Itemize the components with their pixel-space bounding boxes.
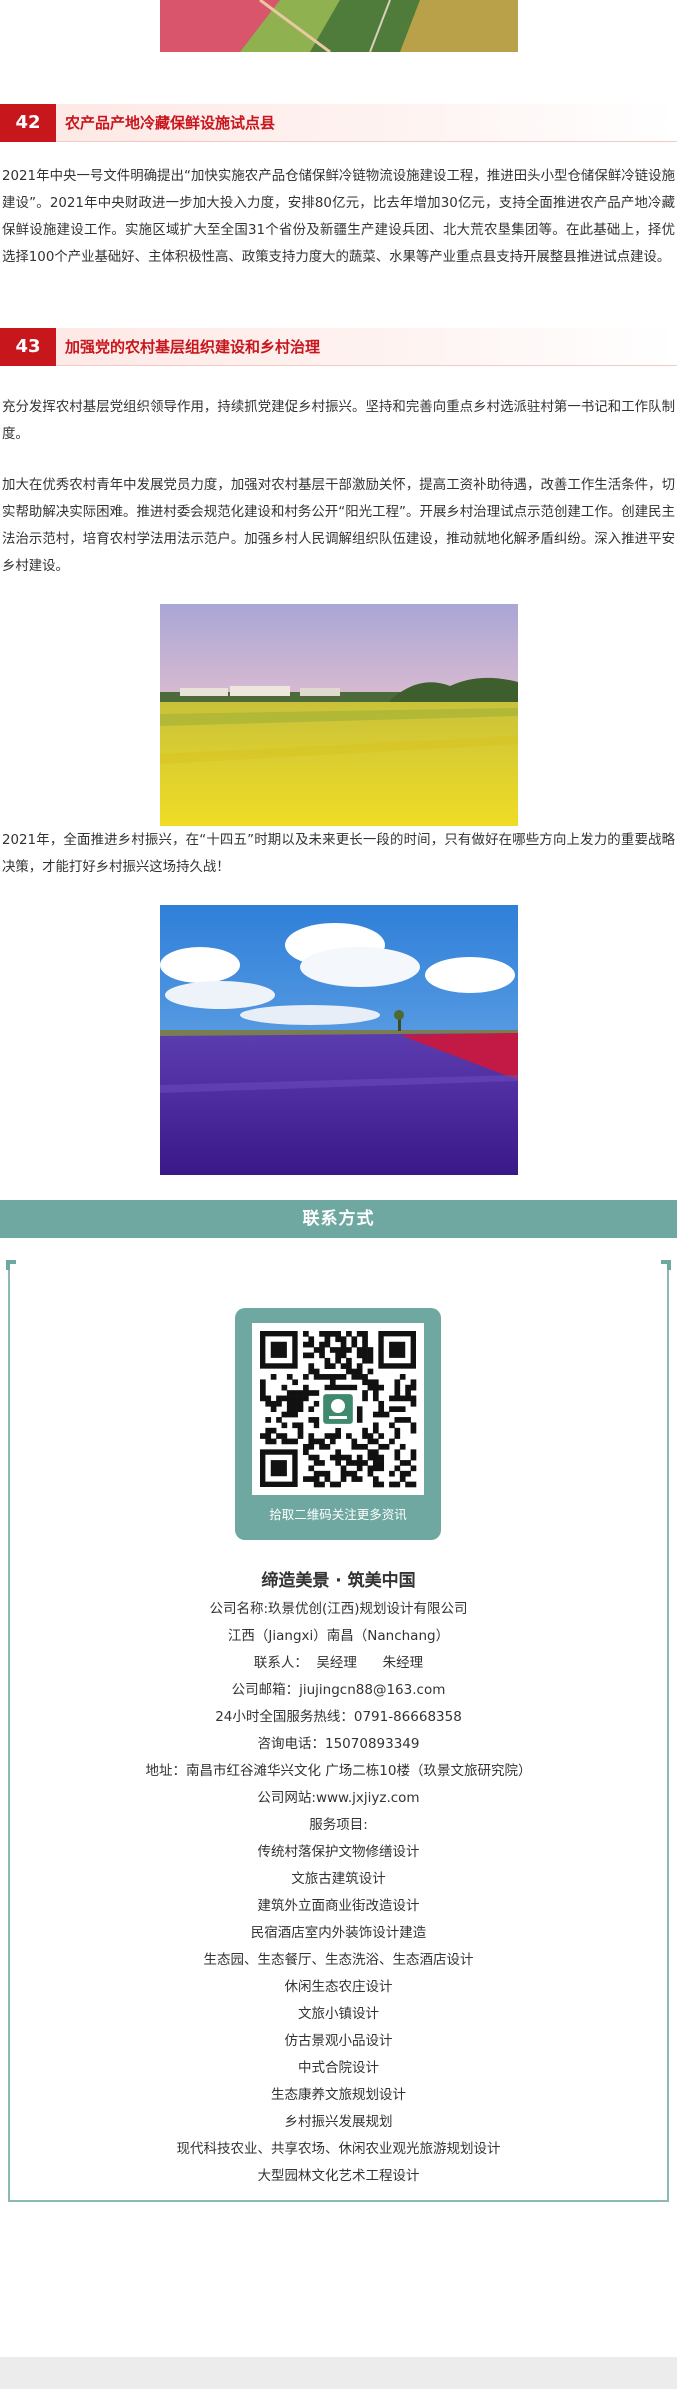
service-item: 乡村振兴发展规划	[284, 2114, 393, 2130]
service-item: 文旅小镇设计	[298, 2006, 379, 2022]
section-title: 农产品产地冷藏保鲜设施试点县	[65, 114, 276, 132]
section-underline	[56, 141, 677, 142]
service-hotline: 24小时全国服务热线：0791-86668358	[215, 1709, 462, 1725]
flower-field-photo	[160, 905, 518, 1175]
service-item: 建筑外立面商业街改造设计	[257, 1898, 420, 1914]
service-item: 传统村落保护文物修缮设计	[257, 1844, 420, 1860]
service-item: 现代科技农业、共享农场、休闲农业观光旅游规划设计	[176, 2141, 501, 2157]
service-item: 休闲生态农庄设计	[284, 1979, 393, 1995]
service-item: 生态康养文旅规划设计	[271, 2087, 406, 2103]
section-header-43: 43 加强党的农村基层组织建设和乡村治理	[0, 328, 677, 366]
consult-phone: 咨询电话：15070893349	[257, 1736, 420, 1752]
frame-corner-left	[6, 1260, 16, 1270]
rapeseed-field-photo	[160, 604, 518, 826]
section-paragraph: 加大在优秀农村青年中发展党员力度，加强对农村基层干部激励关怀，提高工资补助待遇，…	[2, 478, 675, 574]
company-website[interactable]: 公司网站:www.jxjiyz.com	[0, 1785, 677, 1812]
section-header-42: 42 农产品产地冷藏保鲜设施试点县	[0, 104, 677, 142]
footer-strip	[0, 2357, 677, 2389]
company-email[interactable]: 公司邮箱：jiujingcn88@163.com	[0, 1677, 677, 1704]
company-logo-icon	[323, 1394, 353, 1424]
service-item: 仿古景观小品设计	[284, 2033, 393, 2049]
contact-persons: 联系人： 吴经理 朱经理	[253, 1655, 424, 1671]
section-paragraph: 2021年中央一号文件明确提出“加快实施农产品仓储保鲜冷链物流设施建设工程，推进…	[2, 169, 675, 265]
services-title: 服务项目:	[309, 1817, 368, 1833]
section-title: 加强党的农村基层组织建设和乡村治理	[65, 338, 321, 356]
contact-header: 联系方式	[0, 1200, 677, 1238]
company-address: 地址：南昌市红谷滩华兴文化 广场二栋10楼（玖景文旅研究院）	[145, 1763, 532, 1779]
service-item: 大型园林文化艺术工程设计	[257, 2168, 420, 2184]
closing-paragraph: 2021年，全面推进乡村振兴，在“十四五”时期以及未来更长一段的时间，只有做好在…	[2, 833, 675, 875]
section-underline	[56, 365, 677, 366]
service-item: 中式合院设计	[298, 2060, 379, 2076]
qr-caption: 拾取二维码关注更多资讯	[269, 1507, 407, 1522]
service-item: 民宿酒店室内外装饰设计建造	[250, 1925, 427, 1941]
service-item: 文旅古建筑设计	[291, 1871, 386, 1887]
qr-card: 拾取二维码关注更多资讯	[235, 1308, 441, 1540]
slogan: 缔造美景 · 筑美中国	[261, 1571, 416, 1591]
section-paragraph: 充分发挥农村基层党组织领导作用，持续抓党建促乡村振兴。坚持和完善向重点乡村选派驻…	[2, 400, 675, 442]
section-number: 43	[0, 328, 56, 366]
frame-corner-right	[661, 1260, 671, 1270]
top-landscape-photo	[160, 0, 518, 52]
company-name: 公司名称:玖景优创(江西)规划设计有限公司	[209, 1601, 468, 1617]
company-location: 江西（Jiangxi）南昌（Nanchang）	[227, 1628, 450, 1644]
service-item: 生态园、生态餐厅、生态洗浴、生态酒店设计	[203, 1952, 474, 1968]
qr-code-icon[interactable]	[252, 1323, 424, 1495]
section-number: 42	[0, 104, 56, 142]
